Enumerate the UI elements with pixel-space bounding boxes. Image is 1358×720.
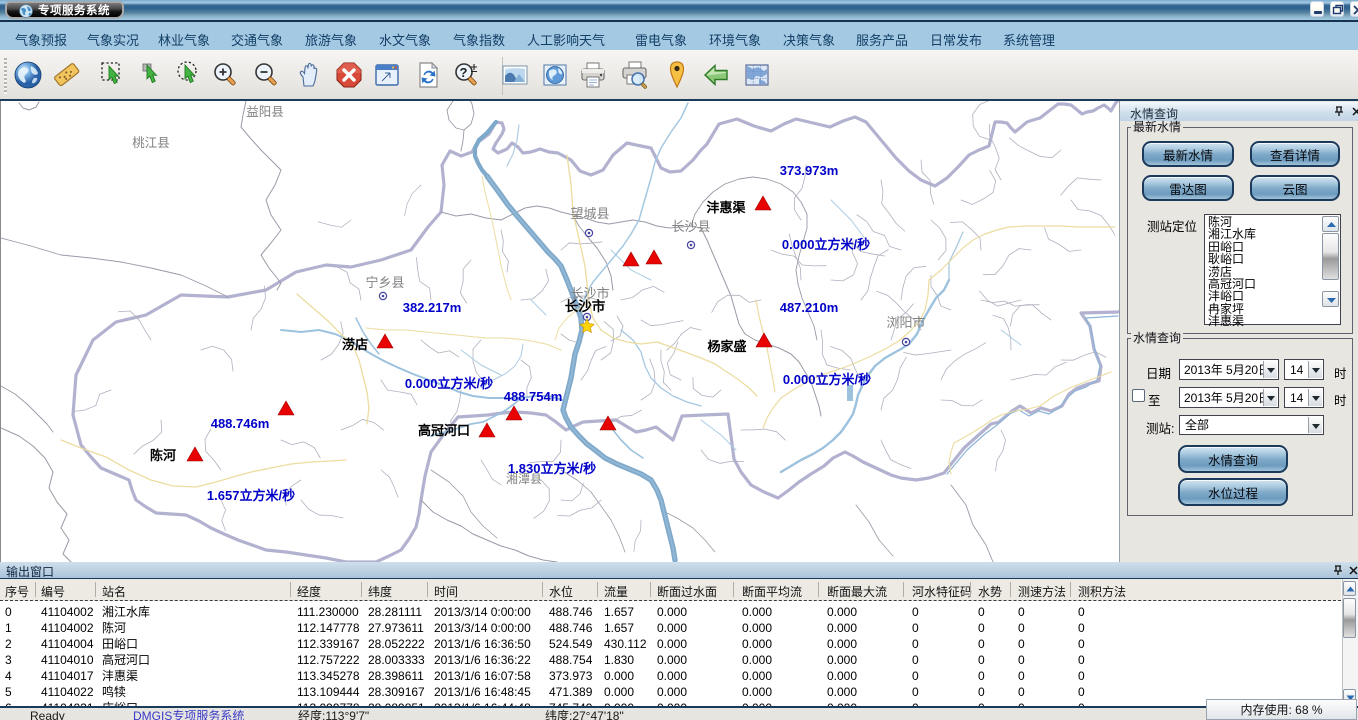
svg-text:浏阳市: 浏阳市: [886, 312, 925, 331]
svg-text:陈河: 陈河: [150, 445, 176, 464]
svg-text:益阳县: 益阳县: [246, 101, 284, 120]
svg-text:长沙市: 长沙市: [565, 295, 606, 315]
svg-text:373.973m: 373.973m: [780, 160, 839, 179]
svg-text:0.000立方米/秒: 0.000立方米/秒: [782, 234, 870, 253]
svg-text:487.210m: 487.210m: [780, 297, 839, 316]
svg-text:杨家盛: 杨家盛: [707, 336, 746, 355]
svg-text:高冠河口: 高冠河口: [418, 420, 470, 439]
svg-text:1.657立方米/秒: 1.657立方米/秒: [207, 485, 295, 504]
svg-text:488.746m: 488.746m: [211, 413, 270, 432]
svg-text:488.754m: 488.754m: [504, 386, 563, 405]
svg-text:0.000立方米/秒: 0.000立方米/秒: [405, 373, 493, 392]
svg-text:长沙县: 长沙县: [671, 216, 710, 235]
svg-text:?: ?: [460, 65, 468, 80]
svg-text:沣惠渠: 沣惠渠: [706, 197, 746, 216]
svg-text:1.830立方米/秒: 1.830立方米/秒: [508, 458, 596, 477]
svg-text:0.000立方米/秒: 0.000立方米/秒: [783, 369, 871, 388]
svg-text:望城县: 望城县: [570, 203, 609, 222]
svg-text:桃江县: 桃江县: [132, 132, 170, 151]
svg-text:宁乡县: 宁乡县: [365, 272, 404, 291]
svg-text:382.217m: 382.217m: [403, 297, 462, 316]
svg-text:涝店: 涝店: [342, 334, 368, 353]
